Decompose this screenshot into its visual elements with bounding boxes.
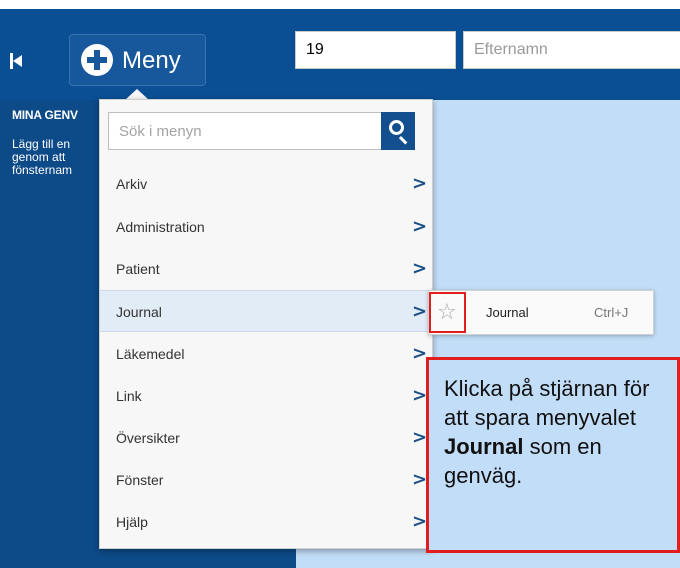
menu-item-patient[interactable]: Patient > <box>100 248 432 290</box>
chevron-right-icon: > <box>412 173 428 194</box>
callout-text: Klicka på stjärnan för att spara menyval… <box>444 374 674 490</box>
menu-item-label: Journal <box>116 304 162 320</box>
chevron-right-icon: > <box>412 427 428 448</box>
menu-button-label: Meny <box>122 47 181 74</box>
menu-item-oversikter[interactable]: Översikter > <box>100 417 432 459</box>
menu-search-input[interactable] <box>108 112 383 150</box>
menu-item-label: Översikter <box>116 430 180 446</box>
submenu-item-journal[interactable]: Journal Ctrl+J <box>470 292 650 332</box>
keyboard-shortcut: Ctrl+J <box>594 305 629 320</box>
sidebar-text-line: fönsternam <box>12 163 73 177</box>
sidebar-title: MINA GENV <box>12 108 78 122</box>
chevron-right-icon: > <box>412 258 428 279</box>
menu-item-link[interactable]: Link > <box>100 375 432 417</box>
personnummer-input[interactable] <box>295 31 456 69</box>
menu-item-label: Administration <box>116 219 205 235</box>
submenu-item-label: Journal <box>486 305 529 320</box>
menu-item-journal[interactable]: Journal > <box>100 290 432 332</box>
menu-item-fonster[interactable]: Fönster > <box>100 459 432 501</box>
menu-item-administration[interactable]: Administration > <box>100 206 432 248</box>
chevron-right-icon: > <box>412 343 428 364</box>
menu-item-label: Fönster <box>116 472 164 488</box>
favorite-star-button[interactable]: ☆ <box>429 292 466 333</box>
menu-item-lakemedel[interactable]: Läkemedel > <box>100 333 432 375</box>
instruction-callout: Klicka på stjärnan för att spara menyval… <box>426 357 680 553</box>
chevron-right-icon: > <box>412 511 428 532</box>
menu-item-arkiv[interactable]: Arkiv > <box>100 163 432 205</box>
chevron-right-icon: > <box>412 216 428 237</box>
plus-circle-icon <box>81 44 113 76</box>
menu-item-hjalp[interactable]: Hjälp > <box>100 501 432 543</box>
chevron-right-icon: > <box>412 385 428 406</box>
menu-item-label: Patient <box>116 261 160 277</box>
menu-button[interactable]: Meny <box>69 34 206 86</box>
lastname-input[interactable] <box>463 31 680 69</box>
menu-item-label: Hjälp <box>116 514 148 530</box>
callout-text-part: Klicka på stjärnan för att spara menyval… <box>444 376 650 430</box>
search-button[interactable] <box>381 112 415 150</box>
menu-item-label: Arkiv <box>116 176 148 192</box>
chevron-right-icon: > <box>412 301 428 322</box>
callout-bold-text: Journal <box>444 434 524 459</box>
collapse-sidebar-icon[interactable] <box>10 53 24 69</box>
sidebar-text: Lägg till en genom att fönsternam <box>12 138 112 177</box>
star-icon: ☆ <box>437 300 457 325</box>
menu-item-label: Läkemedel <box>116 346 185 362</box>
chevron-right-icon: > <box>412 469 428 490</box>
menu-item-label: Link <box>116 388 142 404</box>
